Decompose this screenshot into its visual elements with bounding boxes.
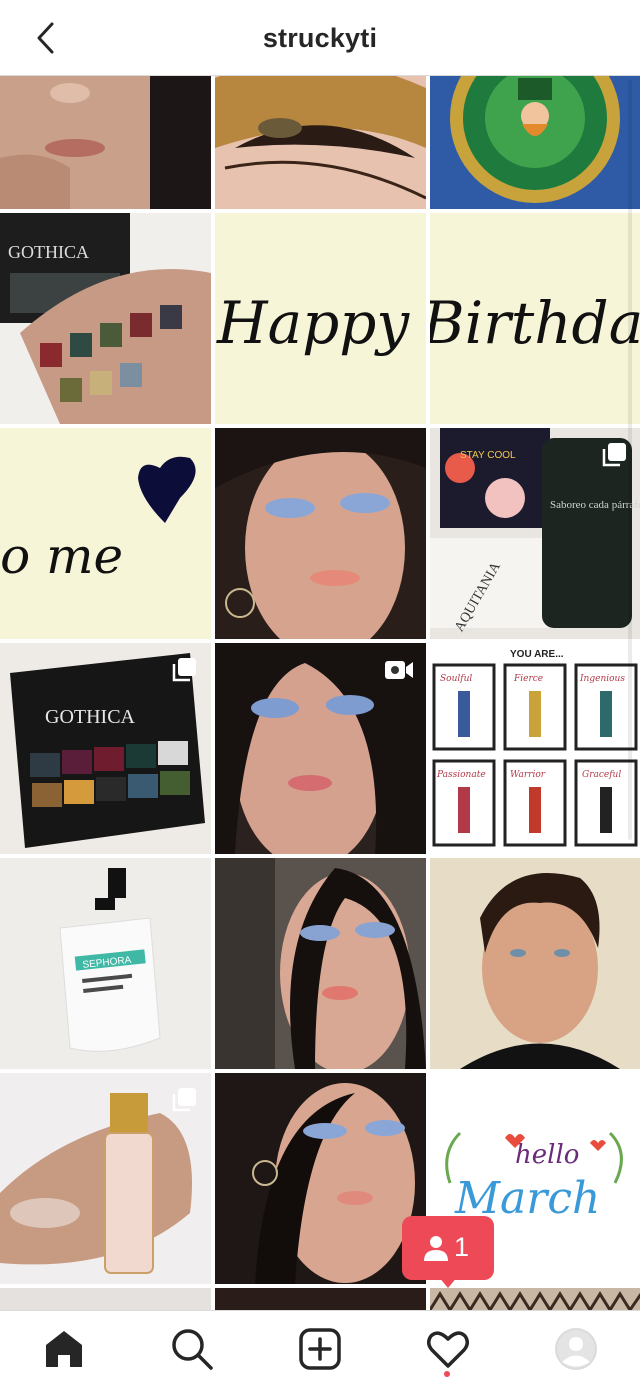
grid-post-face-closeup[interactable]	[0, 76, 211, 209]
tab-new-post[interactable]	[296, 1325, 344, 1373]
grid-post-blue-eyeshadow-2[interactable]	[215, 643, 426, 854]
person-icon	[424, 1236, 448, 1261]
heart-icon	[427, 1331, 469, 1368]
grid-post-books-mug[interactable]: STAY COOL AQUITANIA Saboreo cada párrafo…	[430, 428, 640, 639]
tab-home[interactable]	[40, 1325, 88, 1373]
post-image: to me	[0, 428, 211, 639]
poster-label: Passionate	[436, 770, 486, 780]
home-icon	[46, 1331, 82, 1367]
grid-post-sephora-cleanser[interactable]: SEPHORA	[0, 858, 211, 1069]
poster-label: Soulful	[440, 674, 472, 684]
bottom-tab-bar	[0, 1310, 640, 1386]
grid-post-gold-eye[interactable]	[215, 76, 426, 209]
grid-post-partial[interactable]	[215, 1288, 426, 1310]
tab-activity[interactable]	[424, 1325, 472, 1373]
post-image: SEPHORA	[0, 858, 211, 1069]
grid-post-gothica-swatches[interactable]: GOTHICA	[0, 213, 211, 424]
post-image	[215, 1288, 426, 1310]
video-camera-icon	[385, 661, 413, 679]
post-image: Happy	[215, 213, 426, 424]
carousel-icon	[172, 1088, 196, 1112]
post-image	[430, 858, 640, 1069]
grid-post-leprechaun-pin[interactable]	[430, 76, 640, 209]
grid-post-birthday-to-me[interactable]: to me	[0, 428, 211, 639]
grid-post-happy-birthday-left[interactable]: Happy	[215, 213, 426, 424]
notification-count: 1	[454, 1232, 470, 1262]
post-image: YOU ARE... Soulful Fierce Ingenious Pass…	[430, 643, 640, 854]
happy-text: Happy	[216, 289, 410, 357]
tab-profile[interactable]	[552, 1325, 600, 1373]
tab-search[interactable]	[168, 1325, 216, 1373]
you-are-heading: YOU ARE...	[510, 649, 564, 660]
bubble-tail	[438, 1276, 458, 1288]
follower-notification-bubble[interactable]: 1	[402, 1216, 494, 1288]
activity-indicator-dot	[444, 1371, 450, 1377]
grid-post-happy-birthday-right[interactable]: Birthday	[430, 213, 640, 424]
search-icon	[172, 1329, 213, 1370]
carousel-badge	[169, 655, 199, 685]
posts-grid: GOTHICA Happy Birthday to me	[0, 76, 640, 1310]
profile-username-title: struckyti	[262, 23, 378, 53]
post-image	[430, 76, 640, 209]
carousel-badge	[599, 440, 629, 470]
grid-post-blue-eyeshadow-1[interactable]	[215, 428, 426, 639]
hello-text: hello	[515, 1140, 579, 1170]
palette-label: GOTHICA	[45, 706, 136, 728]
post-image	[215, 858, 426, 1069]
poster-label: Graceful	[582, 770, 621, 780]
post-image: Birthday	[430, 213, 640, 424]
grid-post-partial[interactable]	[0, 1288, 211, 1310]
post-image	[0, 76, 211, 209]
post-image	[0, 1288, 211, 1310]
grid-post-blue-eyeshadow-3[interactable]	[215, 858, 426, 1069]
grid-post-partial[interactable]	[430, 1288, 640, 1310]
grid-post-you-are-posters[interactable]: YOU ARE... Soulful Fierce Ingenious Pass…	[430, 643, 640, 854]
palette-label: GOTHICA	[8, 242, 89, 262]
post-image	[215, 76, 426, 209]
poster-label: Ingenious	[579, 674, 625, 684]
top-bar: struckyti	[0, 0, 640, 76]
video-badge	[384, 655, 414, 685]
poster-label: Fierce	[513, 674, 543, 684]
carousel-icon	[602, 443, 626, 467]
post-image	[215, 428, 426, 639]
post-image: GOTHICA	[0, 213, 211, 424]
grid-post-gothica-palette[interactable]: GOTHICA	[0, 643, 211, 854]
scroll-indicator[interactable]	[628, 80, 632, 840]
birthday-text: Birthday	[430, 289, 640, 357]
carousel-icon	[172, 658, 196, 682]
post-image	[430, 1288, 640, 1310]
post-image	[215, 1073, 426, 1284]
avatar-icon	[555, 1328, 597, 1370]
grid-post-man-portrait[interactable]	[430, 858, 640, 1069]
grid-post-lip-oil-swatch[interactable]	[0, 1073, 211, 1284]
to-me-text: to me	[0, 527, 123, 585]
mug-text: Saboreo cada párrafo, soy Socio Leyenda	[550, 499, 640, 511]
carousel-badge	[169, 1085, 199, 1115]
plus-square-icon	[299, 1328, 341, 1370]
book-cover-text: STAY COOL	[460, 450, 516, 461]
poster-label: Warrior	[510, 770, 546, 780]
grid-post-blue-eyeshadow-4[interactable]	[215, 1073, 426, 1284]
